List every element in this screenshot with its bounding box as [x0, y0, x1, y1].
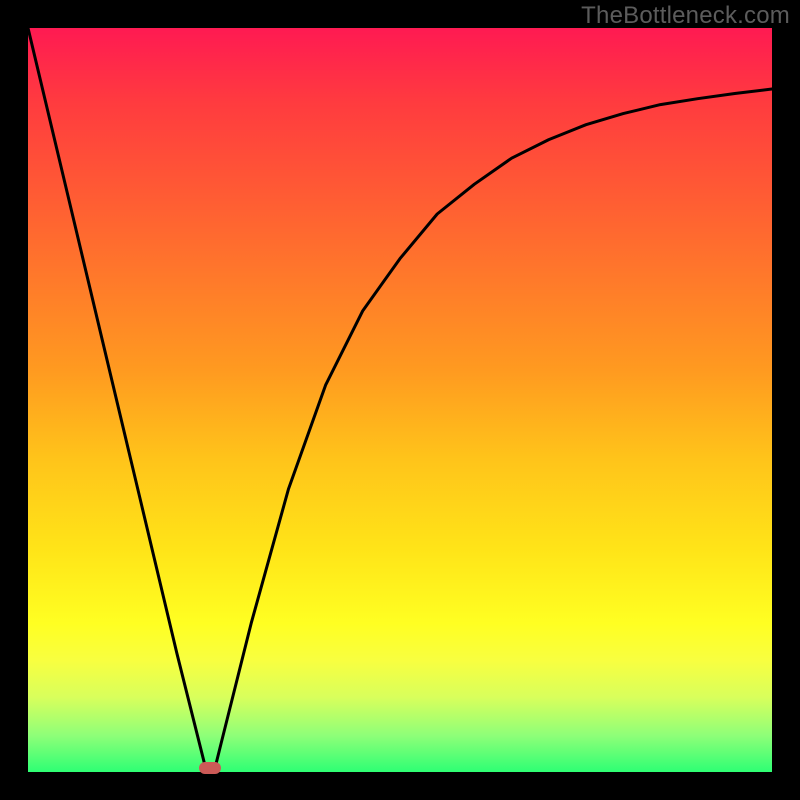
bottleneck-curve	[28, 28, 772, 772]
plot-area	[28, 28, 772, 772]
chart-frame: TheBottleneck.com	[0, 0, 800, 800]
watermark-text: TheBottleneck.com	[581, 2, 790, 30]
minimum-marker	[199, 762, 221, 774]
